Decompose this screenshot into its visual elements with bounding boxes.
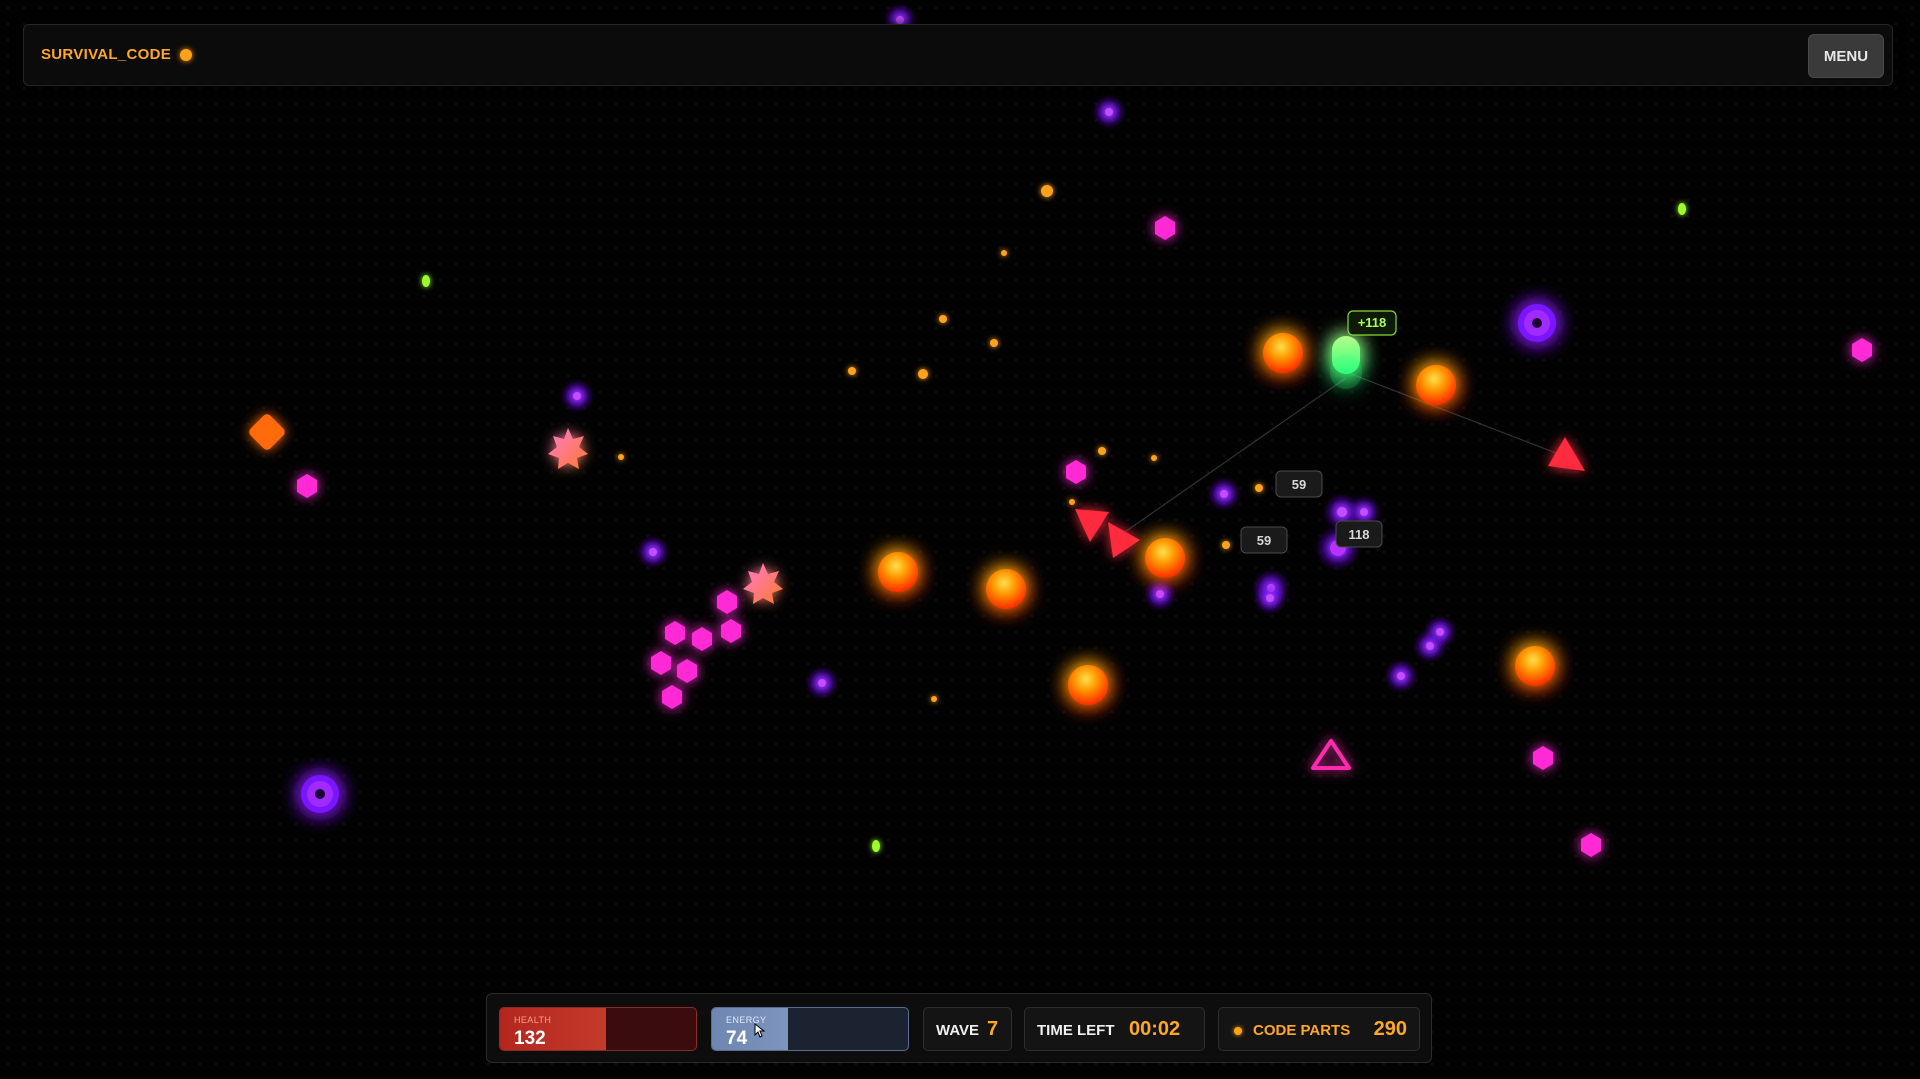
health-value: 132 [514,1028,546,1049]
spore-enemy[interactable] [1414,630,1446,662]
enemy-hp-text: 59 [1292,477,1306,492]
hexagon-enemy-icon[interactable] [1155,216,1175,240]
hexagon-enemy-icon[interactable] [721,619,741,643]
hexagon-enemy-icon[interactable] [717,590,737,614]
hexagon-enemy-icon[interactable] [1852,338,1872,362]
code-part-dot-icon[interactable] [1098,447,1106,455]
wave-value: 7 [987,1018,999,1040]
hexagon-enemy-icon[interactable] [677,659,697,683]
energy-shard-icon[interactable] [872,840,880,852]
code-part-dot-icon[interactable] [931,696,937,702]
code-parts-stat: CODE PARTS 290 [1218,1007,1420,1051]
game-arena[interactable]: +118 59 59 118 [0,0,1920,1079]
wave-label: WAVE [936,1022,980,1039]
enemy-hp-text: 118 [1349,527,1370,542]
health-label: HEALTH [514,1015,552,1025]
enemy-hp-label: 59 [1240,526,1288,554]
spore-enemy[interactable] [806,667,838,699]
hexagon-enemies [297,216,1872,857]
status-dot-icon [180,49,192,61]
spiky-enemy-icon[interactable] [743,563,783,604]
triangle-enemy-icon[interactable] [1075,509,1109,542]
fireball-enemy-icon[interactable] [878,552,918,592]
hexagon-enemy-icon[interactable] [662,685,682,709]
hud-bar: HEALTH 132 ENERGY 74 WAVE 7 TIME LEFT 00… [486,993,1432,1063]
triangle-enemy-icon[interactable] [1548,437,1585,471]
code-part-dot-icon[interactable] [1255,484,1263,492]
hexagon-enemy-icon[interactable] [692,627,712,651]
hexagon-enemy-icon[interactable] [1066,460,1086,484]
code-parts-label: CODE PARTS [1253,1022,1351,1039]
code-part-dot-icon[interactable] [1041,185,1053,197]
enemy-hp-text: 59 [1257,533,1271,548]
portal-enemy-icon[interactable] [301,775,339,813]
code-part-dot-icon[interactable] [990,339,998,347]
mouse-cursor-icon [754,1023,766,1038]
code-part-dot-icon[interactable] [1222,541,1230,549]
fireball-enemy-icon[interactable] [986,569,1026,609]
energy-shards [422,203,1686,852]
pickup-gain-text: +118 [1358,315,1387,330]
pickup-gain-label: +118 [1347,310,1397,336]
spore-enemy[interactable] [1208,478,1240,510]
fireball-enemy-icon[interactable] [1416,365,1456,405]
code-part-dot-icon [1234,1027,1242,1035]
fireball-enemy-icon[interactable] [1515,646,1555,686]
diamond-enemy-icon[interactable] [247,412,287,452]
spore-enemy[interactable] [637,536,669,568]
code-part-dot-icon[interactable] [1151,455,1157,461]
fireball-enemy-icon[interactable] [1263,333,1303,373]
hexagon-enemy-icon[interactable] [297,474,317,498]
energy-meter: ENERGY 74 [711,1007,909,1051]
wave-stat: WAVE 7 [923,1007,1012,1051]
menu-button[interactable]: MENU [1808,34,1884,78]
time-left-label: TIME LEFT [1037,1022,1115,1039]
hexagon-enemy-icon[interactable] [1533,746,1553,770]
spiky-enemy-icon[interactable] [548,428,588,469]
code-part-dot-icon[interactable] [618,454,624,460]
hexagon-enemy-icon[interactable] [1581,833,1601,857]
spore-enemy[interactable] [1144,578,1176,610]
game-title: SURVIVAL_CODE [41,46,172,63]
energy-value: 74 [726,1028,748,1049]
time-left-value: 00:02 [1129,1018,1181,1040]
time-left-stat: TIME LEFT 00:02 [1024,1007,1205,1051]
spore-enemy[interactable] [561,380,593,412]
energy-shard-icon[interactable] [422,275,430,287]
health-meter: HEALTH 132 [499,1007,697,1051]
top-bar: SURVIVAL_CODE MENU [23,24,1893,86]
code-part-dot-icon[interactable] [1069,499,1075,505]
spore-enemy[interactable] [1385,660,1417,692]
player-capsule-icon[interactable] [1330,336,1362,389]
code-parts [618,185,1263,702]
spore-enemy[interactable] [1093,96,1125,128]
fireball-enemies [878,333,1555,705]
triangle-outline-enemy-icon[interactable] [1311,739,1351,770]
code-part-dot-icon[interactable] [1001,250,1007,256]
spore-enemy[interactable] [1254,582,1286,614]
enemy-hp-label: 59 [1275,470,1323,498]
code-part-dot-icon[interactable] [939,315,947,323]
energy-shard-icon[interactable] [1678,203,1686,215]
hexagon-enemy-icon[interactable] [665,621,685,645]
hexagon-enemy-icon[interactable] [651,651,671,675]
fireball-enemy-icon[interactable] [1068,665,1108,705]
code-part-dot-icon[interactable] [848,367,856,375]
code-parts-value: 290 [1373,1018,1407,1040]
fireball-enemy-icon[interactable] [1145,538,1185,578]
game-canvas[interactable]: +118 59 59 118 [0,0,1920,1079]
code-part-dot-icon[interactable] [918,369,928,379]
spiky-enemies [548,428,783,604]
target-line [1345,371,1575,461]
enemy-hp-label: 118 [1335,520,1383,548]
portal-enemy-icon[interactable] [1518,304,1556,342]
triangle-enemy-icon[interactable] [1108,522,1140,558]
